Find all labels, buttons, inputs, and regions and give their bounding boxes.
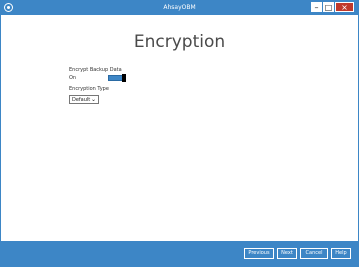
minimize-button[interactable]: – (311, 2, 322, 12)
maximize-button[interactable]: □ (323, 2, 334, 12)
page-title: Encryption (133, 32, 226, 52)
encrypt-backup-label: Encrypt Backup Data (69, 67, 122, 73)
footer-bar: Previous Next Cancel Help (1, 241, 358, 266)
previous-button[interactable]: Previous (244, 248, 274, 259)
app-window: AhsayOBM – □ × Encryption Encrypt Backup… (0, 0, 359, 267)
cancel-button[interactable]: Cancel (300, 248, 328, 259)
encrypt-backup-toggle[interactable] (108, 74, 126, 82)
encrypt-backup-state: On (69, 75, 77, 81)
encryption-type-select[interactable]: Default ⌄ (69, 95, 99, 104)
encryption-type-value: Default (72, 97, 91, 103)
encryption-type-label: Encryption Type (69, 86, 109, 92)
help-button[interactable]: Help (331, 248, 351, 259)
next-button[interactable]: Next (277, 248, 297, 259)
close-button[interactable]: × (335, 2, 354, 12)
title-bar[interactable]: AhsayOBM – □ × (1, 1, 358, 15)
chevron-down-icon: ⌄ (91, 96, 97, 103)
window-title: AhsayOBM (163, 4, 196, 11)
